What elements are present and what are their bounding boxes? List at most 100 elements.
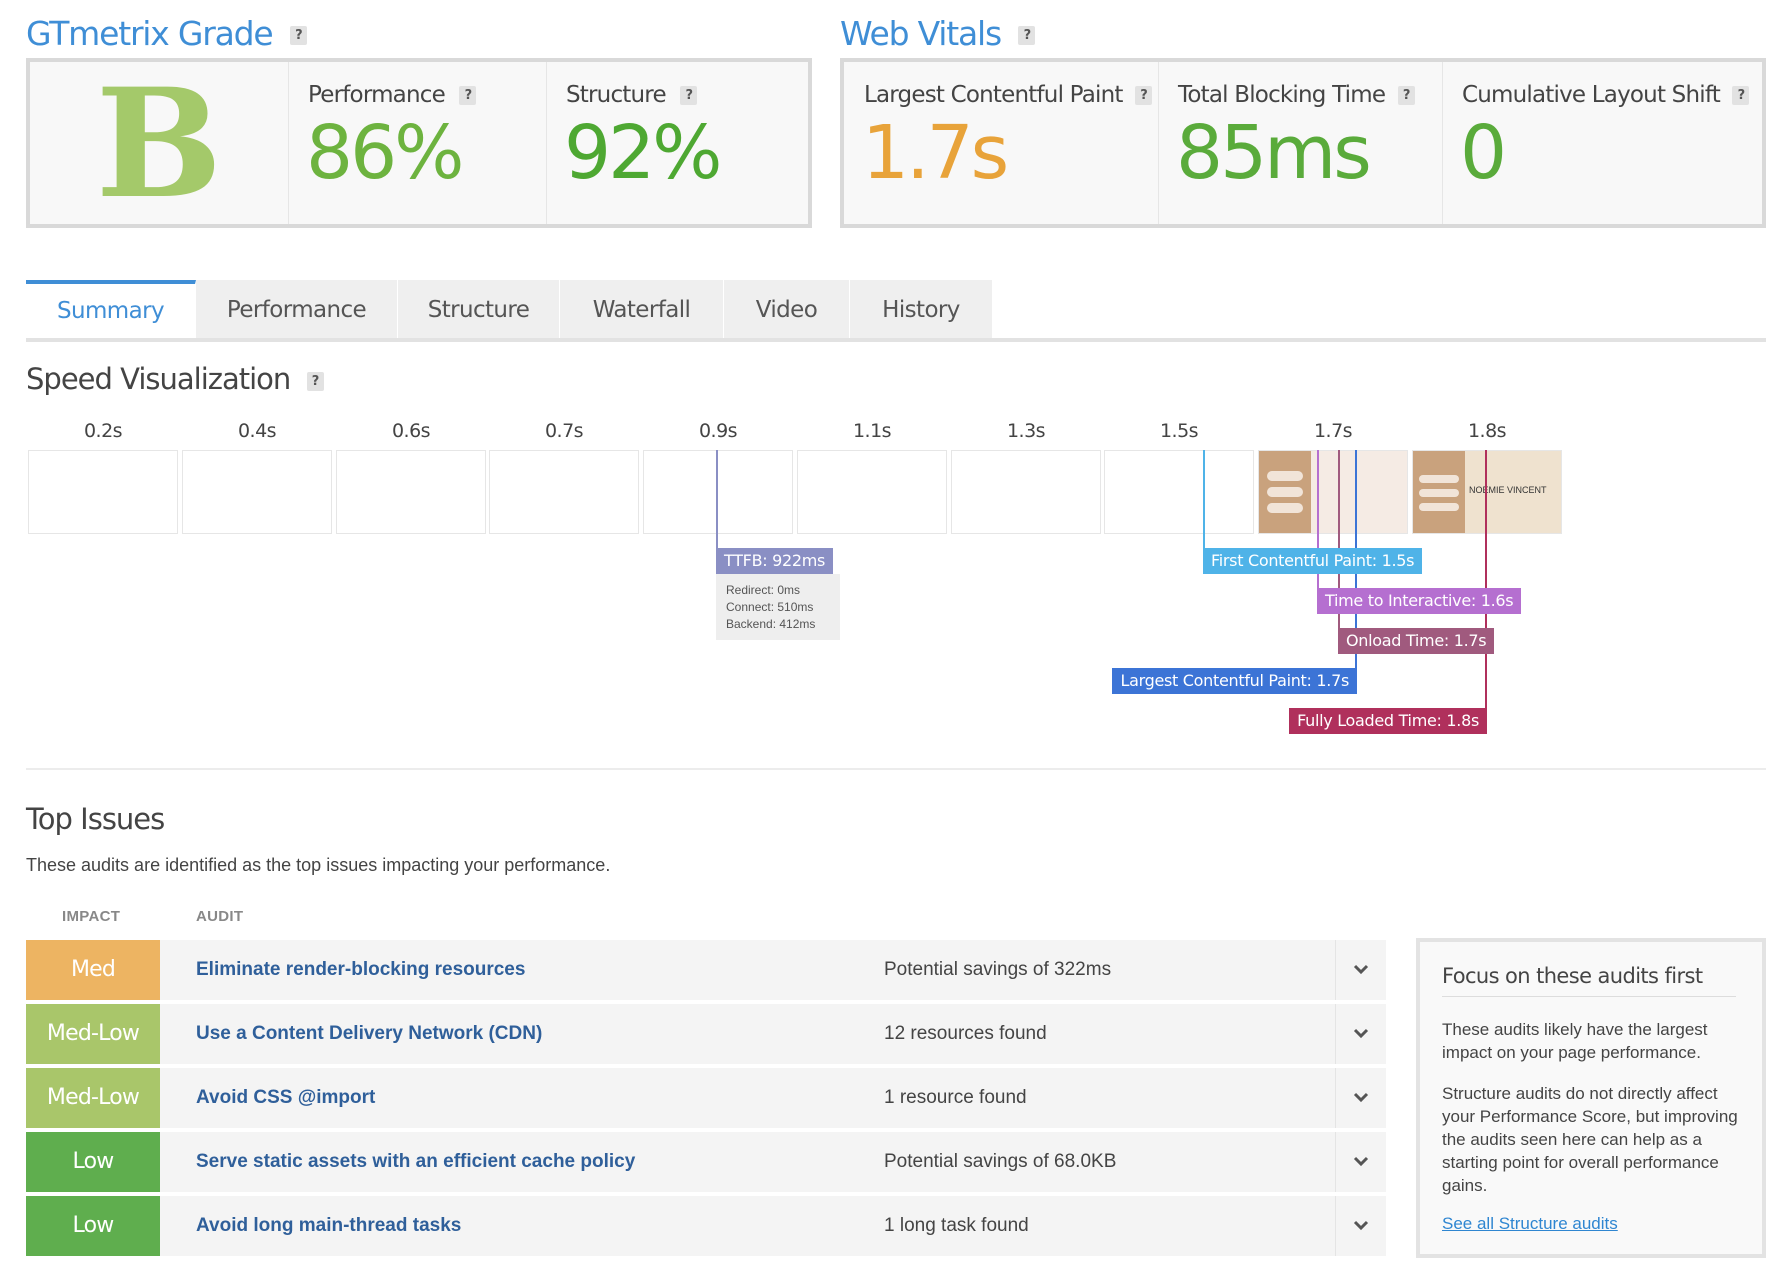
lcp-help-icon[interactable]: ? xyxy=(1135,86,1153,105)
filmstrip-frame[interactable] xyxy=(643,450,793,534)
frame-preview-title: NOEMIE VINCENT xyxy=(1469,485,1547,495)
speed-title-text: Speed Visualization xyxy=(26,362,291,396)
fully-loaded-marker[interactable]: Fully Loaded Time: 1.8s xyxy=(1289,708,1487,734)
performance-help-icon[interactable]: ? xyxy=(459,86,477,105)
ttfb-connect: Connect: 510ms xyxy=(726,600,814,614)
issue-row[interactable]: Low Avoid long main-thread tasks 1 long … xyxy=(26,1196,1386,1256)
issue-row[interactable]: Med-Low Use a Content Delivery Network (… xyxy=(26,1004,1386,1064)
issue-row[interactable]: Med Eliminate render-blocking resources … xyxy=(26,940,1386,1000)
tab-waterfall[interactable]: Waterfall xyxy=(560,280,724,338)
tick-label: 0.9s xyxy=(698,420,738,442)
tick-label: 1.8s xyxy=(1467,420,1507,442)
tick-label: 1.3s xyxy=(1006,420,1046,442)
ttfb-marker[interactable]: TTFB: 922ms xyxy=(716,548,834,574)
audit-detail: Potential savings of 68.0KB xyxy=(884,1151,1117,1172)
filmstrip-frame[interactable]: NOEMIE VINCENT xyxy=(1412,450,1562,534)
focus-paragraph: These audits likely have the largest imp… xyxy=(1442,1020,1708,1062)
grade-title: GTmetrix Grade ? xyxy=(26,14,307,53)
chevron-down-icon[interactable] xyxy=(1335,1132,1386,1192)
audit-column-header: AUDIT xyxy=(196,908,244,925)
tick-label: 0.4s xyxy=(237,420,277,442)
filmstrip-frame[interactable] xyxy=(797,450,947,534)
audit-detail: 1 resource found xyxy=(884,1087,1027,1108)
impact-badge: Med-Low xyxy=(26,1068,160,1128)
structure-cell: Structure ? 92% xyxy=(546,62,808,224)
vitals-title: Web Vitals ? xyxy=(840,14,1036,53)
audit-title[interactable]: Serve static assets with an efficient ca… xyxy=(196,1132,635,1192)
tbt-help-icon[interactable]: ? xyxy=(1397,86,1415,105)
tbt-label: Total Blocking Time ? xyxy=(1178,82,1415,108)
ttfb-backend: Backend: 412ms xyxy=(726,617,816,631)
lcp-cell: Largest Contentful Paint ? 1.7s xyxy=(844,62,1159,224)
grade-letter-cell: B xyxy=(30,56,289,232)
vitals-title-text: Web Vitals xyxy=(840,14,1002,53)
chevron-down-icon[interactable] xyxy=(1335,1068,1386,1128)
structure-score: 92% xyxy=(564,110,722,196)
lcp-value: 1.7s xyxy=(862,110,1009,196)
filmstrip-frame[interactable] xyxy=(1258,450,1408,534)
audit-title[interactable]: Avoid CSS @import xyxy=(196,1068,375,1128)
tab-structure[interactable]: Structure xyxy=(398,280,560,338)
grade-help-icon[interactable]: ? xyxy=(289,26,307,45)
issue-row[interactable]: Low Serve static assets with an efficien… xyxy=(26,1132,1386,1192)
filmstrip-frame[interactable] xyxy=(489,450,639,534)
audit-title[interactable]: Use a Content Delivery Network (CDN) xyxy=(196,1004,542,1064)
speed-title: Speed Visualization ? xyxy=(26,362,324,396)
filmstrip-frame[interactable] xyxy=(336,450,486,534)
impact-badge: Low xyxy=(26,1196,160,1256)
filmstrip-frame[interactable] xyxy=(182,450,332,534)
impact-badge: Med xyxy=(26,940,160,1000)
lcp-label: Largest Contentful Paint ? xyxy=(864,82,1153,108)
tick-label: 1.5s xyxy=(1159,420,1199,442)
structure-help-icon[interactable]: ? xyxy=(680,86,698,105)
chevron-down-icon[interactable] xyxy=(1335,1004,1386,1064)
cls-value: 0 xyxy=(1460,110,1507,196)
section-divider xyxy=(26,768,1766,770)
structure-label-text: Structure xyxy=(566,82,667,108)
frame-preview-button xyxy=(1267,487,1303,497)
audit-title[interactable]: Avoid long main-thread tasks xyxy=(196,1196,461,1256)
tick-label: 0.6s xyxy=(391,420,431,442)
tbt-label-text: Total Blocking Time xyxy=(1178,82,1386,108)
audit-title[interactable]: Eliminate render-blocking resources xyxy=(196,940,525,1000)
frame-preview-button xyxy=(1267,471,1303,481)
tti-marker[interactable]: Time to Interactive: 1.6s xyxy=(1317,588,1522,614)
frame-preview-button xyxy=(1419,475,1459,483)
impact-column-header: IMPACT xyxy=(62,908,121,925)
chevron-down-icon[interactable] xyxy=(1335,1196,1386,1256)
ttfb-line xyxy=(716,450,718,550)
frame-preview-button xyxy=(1419,489,1459,497)
tab-performance[interactable]: Performance xyxy=(196,280,398,338)
performance-score: 86% xyxy=(306,110,464,196)
fcp-line xyxy=(1203,450,1205,552)
tab-video[interactable]: Video xyxy=(724,280,850,338)
issue-row[interactable]: Med-Low Avoid CSS @import 1 resource fou… xyxy=(26,1068,1386,1128)
audit-detail: Potential savings of 322ms xyxy=(884,959,1112,980)
frame-preview-button xyxy=(1267,503,1303,513)
vitals-help-icon[interactable]: ? xyxy=(1018,26,1036,45)
onload-marker[interactable]: Onload Time: 1.7s xyxy=(1338,628,1495,654)
cls-help-icon[interactable]: ? xyxy=(1732,86,1750,105)
lcp-marker[interactable]: Largest Contentful Paint: 1.7s xyxy=(1112,668,1357,694)
frame-preview-button xyxy=(1419,503,1459,511)
performance-label: Performance ? xyxy=(308,82,477,108)
tick-label: 0.2s xyxy=(83,420,123,442)
cls-label-text: Cumulative Layout Shift xyxy=(1462,82,1721,108)
focus-paragraph: Structure audits do not directly affect … xyxy=(1442,1084,1738,1195)
ttfb-breakdown: Redirect: 0ms Connect: 510ms Backend: 41… xyxy=(716,574,840,640)
tick-label: 0.7s xyxy=(544,420,584,442)
filmstrip-frame[interactable] xyxy=(951,450,1101,534)
filmstrip-frame[interactable] xyxy=(28,450,178,534)
filmstrip-frame[interactable] xyxy=(1104,450,1254,534)
tab-history[interactable]: History xyxy=(850,280,992,338)
chevron-down-icon[interactable] xyxy=(1335,940,1386,1000)
see-all-structure-audits-link[interactable]: See all Structure audits xyxy=(1442,1214,1618,1234)
focus-title: Focus on these audits first xyxy=(1442,964,1736,997)
audit-detail: 12 resources found xyxy=(884,1023,1047,1044)
grade-title-text: GTmetrix Grade xyxy=(26,14,274,53)
speed-help-icon[interactable]: ? xyxy=(306,371,324,391)
tab-summary[interactable]: Summary xyxy=(26,280,196,338)
tabs-underline xyxy=(26,338,1766,342)
issues-title: Top Issues xyxy=(26,802,165,836)
fcp-marker[interactable]: First Contentful Paint: 1.5s xyxy=(1203,548,1423,574)
